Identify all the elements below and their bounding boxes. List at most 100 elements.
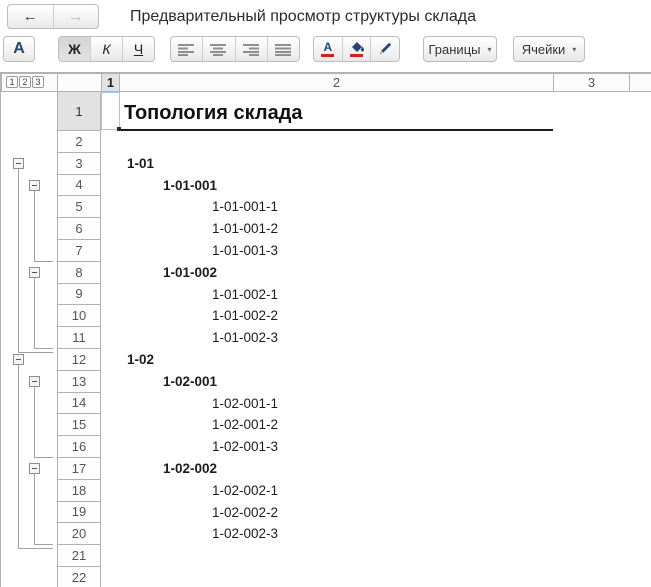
align-right-icon (243, 43, 260, 56)
cell-row-16[interactable]: 1-02-001-3 (212, 436, 278, 458)
row-header-7[interactable]: 7 (57, 240, 101, 262)
chevron-down-icon: ▾ (487, 45, 491, 54)
cell-row-11[interactable]: 1-01-002-3 (212, 327, 278, 349)
cells-dropdown-button[interactable]: Ячейки ▾ (513, 36, 585, 62)
forward-button[interactable]: → (53, 5, 99, 28)
row-header-22[interactable]: 22 (57, 567, 101, 587)
group-tree-elbow (34, 544, 53, 545)
selected-cell-outline (101, 92, 120, 130)
row-header-10[interactable]: 10 (57, 305, 101, 327)
align-center-icon (210, 43, 227, 56)
row-header-8[interactable]: 8 (57, 262, 101, 284)
row-header-2[interactable]: 2 (57, 131, 101, 153)
back-arrow-icon: ← (23, 8, 38, 25)
cell-row-4[interactable]: 1-01-001 (163, 175, 217, 197)
color-tools-group: А (313, 36, 400, 62)
column-header-3[interactable]: 3 (553, 73, 630, 92)
cell-row-18[interactable]: 1-02-002-1 (212, 480, 278, 502)
cells-label: Ячейки (522, 42, 566, 57)
row-header-13[interactable]: 13 (57, 371, 101, 393)
collapse-group-button[interactable] (29, 180, 40, 191)
cell-row-14[interactable]: 1-02-001-1 (212, 393, 278, 415)
collapse-group-button[interactable] (13, 354, 24, 365)
row-header-19[interactable]: 19 (57, 502, 101, 524)
bold-button[interactable]: Ж (59, 37, 90, 61)
chevron-down-icon: ▾ (572, 45, 576, 54)
row-header-14[interactable]: 14 (57, 393, 101, 415)
cell-row-7[interactable]: 1-01-001-3 (212, 240, 278, 262)
cell-row-17[interactable]: 1-02-002 (163, 458, 217, 480)
font-style-group: Ж К Ч (58, 36, 155, 62)
font-button[interactable]: А (3, 36, 35, 62)
row-header-15[interactable]: 15 (57, 414, 101, 436)
row-header-corner[interactable] (57, 73, 102, 92)
underline-button[interactable]: Ч (122, 37, 154, 61)
group-tree-line (34, 191, 35, 261)
cell-title[interactable]: Топология склада (124, 92, 303, 125)
row-header-3[interactable]: 3 (57, 153, 101, 175)
group-tree-elbow (18, 352, 53, 353)
cell-row-10[interactable]: 1-01-002-2 (212, 305, 278, 327)
group-tree-line (18, 169, 19, 352)
group-level-button-3[interactable]: 3 (32, 76, 44, 88)
line-color-button[interactable] (370, 37, 399, 61)
cell-row-19[interactable]: 1-02-002-2 (212, 502, 278, 524)
group-tree-line (34, 474, 35, 544)
forward-arrow-icon: → (68, 8, 83, 25)
group-tree-line (34, 387, 35, 457)
row-header-4[interactable]: 4 (57, 175, 101, 197)
group-level-button-1[interactable]: 1 (6, 76, 18, 88)
cell-row-13[interactable]: 1-02-001 (163, 371, 217, 393)
align-left-icon (178, 43, 195, 56)
row-header-11[interactable]: 11 (57, 327, 101, 349)
selection-handle[interactable] (117, 127, 121, 131)
row-header-9[interactable]: 9 (57, 284, 101, 306)
row-header-6[interactable]: 6 (57, 218, 101, 240)
align-center-button[interactable] (202, 37, 234, 61)
fill-color-button[interactable] (342, 37, 371, 61)
pencil-icon (377, 41, 393, 57)
column-header-stub (629, 73, 651, 92)
cell-row-8[interactable]: 1-01-002 (163, 262, 217, 284)
italic-button[interactable]: К (90, 37, 122, 61)
column-header-2[interactable]: 2 (119, 73, 554, 92)
group-level-button-2[interactable]: 2 (19, 76, 31, 88)
font-color-icon: А (321, 41, 334, 57)
collapse-group-button[interactable] (29, 376, 40, 387)
cell-row-20[interactable]: 1-02-002-3 (212, 523, 278, 545)
row-header-12[interactable]: 12 (57, 349, 101, 371)
align-right-button[interactable] (235, 37, 267, 61)
cell-row-15[interactable]: 1-02-001-2 (212, 414, 278, 436)
align-justify-icon (275, 43, 292, 56)
alignment-group (170, 36, 300, 62)
preview-window: ← → Предварительный просмотр структуры с… (0, 0, 651, 587)
font-color-button[interactable]: А (314, 37, 342, 61)
group-tree-elbow (34, 457, 53, 458)
row-header-17[interactable]: 17 (57, 458, 101, 480)
group-tree-line (34, 278, 35, 348)
row-header-21[interactable]: 21 (57, 545, 101, 567)
group-tree-elbow (18, 548, 53, 549)
align-left-button[interactable] (171, 37, 202, 61)
cell-row-5[interactable]: 1-01-001-1 (212, 196, 278, 218)
borders-dropdown-button[interactable]: Границы ▾ (423, 36, 497, 62)
title-underline (119, 129, 553, 131)
cell-row-12[interactable]: 1-02 (127, 349, 154, 371)
cell-row-9[interactable]: 1-01-002-1 (212, 284, 278, 306)
row-header-1[interactable]: 1 (57, 92, 101, 131)
column-header-1[interactable]: 1 (101, 73, 120, 92)
row-header-20[interactable]: 20 (57, 523, 101, 545)
collapse-group-button[interactable] (29, 267, 40, 278)
collapse-group-button[interactable] (13, 158, 24, 169)
cell-row-6[interactable]: 1-01-001-2 (212, 218, 278, 240)
row-header-5[interactable]: 5 (57, 196, 101, 218)
window-title: Предварительный просмотр структуры склад… (130, 4, 476, 29)
align-justify-button[interactable] (267, 37, 299, 61)
row-header-16[interactable]: 16 (57, 436, 101, 458)
collapse-group-button[interactable] (29, 463, 40, 474)
cell-row-3[interactable]: 1-01 (127, 153, 154, 175)
row-header-18[interactable]: 18 (57, 480, 101, 502)
group-tree-elbow (34, 348, 53, 349)
nav-history-group: ← → (7, 4, 99, 29)
back-button[interactable]: ← (8, 5, 53, 28)
